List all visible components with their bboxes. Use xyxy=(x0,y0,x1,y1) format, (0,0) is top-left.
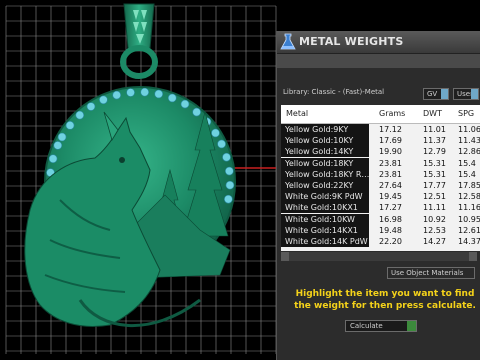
cell-metal: White Gold:9K PdW xyxy=(281,191,369,203)
panel-header: METAL WEIGHTS xyxy=(277,31,480,54)
cell-dwt: 12.51 xyxy=(423,192,446,202)
cell-dwt: 11.01 xyxy=(423,125,446,134)
use-object-materials-dropdown[interactable]: Use Object Materials xyxy=(387,267,475,279)
cell-spg: 12.86 xyxy=(458,147,480,157)
table-row[interactable]: White Gold:9K PdW 19.45 12.51 12.58 xyxy=(281,191,480,203)
metal-table: Metal Grams DWT SPG Yellow Gold:9KY 17.12… xyxy=(281,105,480,251)
use-object-materials-label: Use Object Materials xyxy=(391,269,464,277)
cell-grams: 17.69 xyxy=(379,136,402,146)
cell-grams: 19.48 xyxy=(379,225,402,235)
cell-grams: 17.12 xyxy=(379,125,402,134)
cell-spg: 10.95 xyxy=(458,214,480,224)
metal-weights-panel: METAL WEIGHTS Library: Classic - (Fast)-… xyxy=(276,31,480,360)
table-row[interactable]: White Gold:14KX1 19.48 12.53 12.61 xyxy=(281,224,480,236)
cell-dwt: 15.31 xyxy=(423,158,446,168)
instruction-text: Highlight the item you want to find the … xyxy=(294,289,476,311)
dropdown-arrow-icon xyxy=(441,89,448,99)
cell-spg: 11.16 xyxy=(458,203,480,213)
table-header: Metal Grams DWT SPG xyxy=(281,105,480,124)
panel-subheader xyxy=(277,54,480,68)
cell-grams: 19.45 xyxy=(379,192,402,202)
column-header-metal[interactable]: Metal xyxy=(286,109,308,118)
cell-metal: White Gold:10KW xyxy=(281,213,369,225)
pendant-bail xyxy=(120,3,158,79)
cell-grams: 23.81 xyxy=(379,169,402,179)
cell-grams: 27.64 xyxy=(379,181,402,190)
library-row: Library: Classic - (Fast)-Metal GV User xyxy=(277,85,480,102)
table-row[interactable]: Yellow Gold:14KY 19.90 12.79 12.86 xyxy=(281,146,480,158)
panel-title: METAL WEIGHTS xyxy=(299,35,404,48)
cell-metal: White Gold:10KX1 xyxy=(281,202,369,214)
cell-grams: 23.81 xyxy=(379,158,402,168)
dropdown-arrow-icon xyxy=(471,89,478,99)
cell-grams: 16.98 xyxy=(379,214,402,224)
cell-dwt: 12.79 xyxy=(423,147,446,157)
table-row[interactable]: Yellow Gold:18KY 23.81 15.31 15.4 xyxy=(281,157,480,169)
flask-icon xyxy=(280,33,296,50)
scroll-right-icon[interactable] xyxy=(469,252,477,261)
cell-dwt: 11.11 xyxy=(423,203,446,213)
cell-grams: 19.90 xyxy=(379,147,402,157)
table-horizontal-scrollbar[interactable] xyxy=(281,252,477,261)
cell-spg: 14.37 xyxy=(458,237,480,246)
cell-metal: Yellow Gold:10KY xyxy=(281,135,369,147)
cell-dwt: 15.31 xyxy=(423,169,446,179)
table-row[interactable]: Yellow Gold:18KY R… 23.81 15.31 15.4 xyxy=(281,168,480,180)
table-row[interactable]: White Gold:10KX1 17.27 11.11 11.16 xyxy=(281,202,480,214)
calculate-label: Calculate xyxy=(350,322,383,330)
column-header-grams[interactable]: Grams xyxy=(379,109,405,118)
table-row[interactable]: Yellow Gold:10KY 17.69 11.37 11.43 xyxy=(281,135,480,147)
cell-metal: Yellow Gold:9KY xyxy=(281,124,369,135)
cell-dwt: 17.77 xyxy=(423,181,446,190)
cell-grams: 17.27 xyxy=(379,203,402,213)
table-row[interactable]: Yellow Gold:22KY 27.64 17.77 17.85 xyxy=(281,180,480,191)
cell-dwt: 12.53 xyxy=(423,225,446,235)
calculate-button[interactable]: Calculate xyxy=(345,320,417,332)
scroll-left-icon[interactable] xyxy=(281,252,289,261)
cell-metal: Yellow Gold:18KY xyxy=(281,157,369,169)
cell-spg: 11.06 xyxy=(458,125,480,134)
cell-spg: 11.43 xyxy=(458,136,480,146)
cell-spg: 12.61 xyxy=(458,225,480,235)
column-header-spg[interactable]: SPG xyxy=(458,109,474,118)
cell-spg: 15.4 xyxy=(458,169,476,179)
cell-dwt: 14.27 xyxy=(423,237,446,246)
library-label: Library: Classic - (Fast)-Metal xyxy=(283,88,385,96)
cell-metal: Yellow Gold:22KY xyxy=(281,180,369,191)
column-header-dwt[interactable]: DWT xyxy=(423,109,442,118)
user-dropdown[interactable]: User xyxy=(453,88,479,100)
table-row[interactable]: White Gold:10KW 16.98 10.92 10.95 xyxy=(281,213,480,225)
cell-metal: Yellow Gold:18KY R… xyxy=(281,168,369,180)
cell-spg: 17.85 xyxy=(458,181,480,190)
cell-spg: 15.4 xyxy=(458,158,476,168)
cell-spg: 12.58 xyxy=(458,192,480,202)
cell-grams: 22.20 xyxy=(379,237,402,246)
gv-dropdown[interactable]: GV xyxy=(423,88,449,100)
cell-dwt: 11.37 xyxy=(423,136,446,146)
cell-metal: Yellow Gold:14KY xyxy=(281,146,369,158)
cell-metal: White Gold:14KX1 xyxy=(281,224,369,236)
gv-dropdown-label: GV xyxy=(427,90,438,98)
cell-dwt: 10.92 xyxy=(423,214,446,224)
table-row[interactable]: White Gold:14K PdW 22.20 14.27 14.37 xyxy=(281,236,480,247)
cell-metal: White Gold:14K PdW xyxy=(281,236,369,247)
play-icon xyxy=(407,321,416,331)
table-row[interactable]: Yellow Gold:9KY 17.12 11.01 11.06 xyxy=(281,124,480,135)
